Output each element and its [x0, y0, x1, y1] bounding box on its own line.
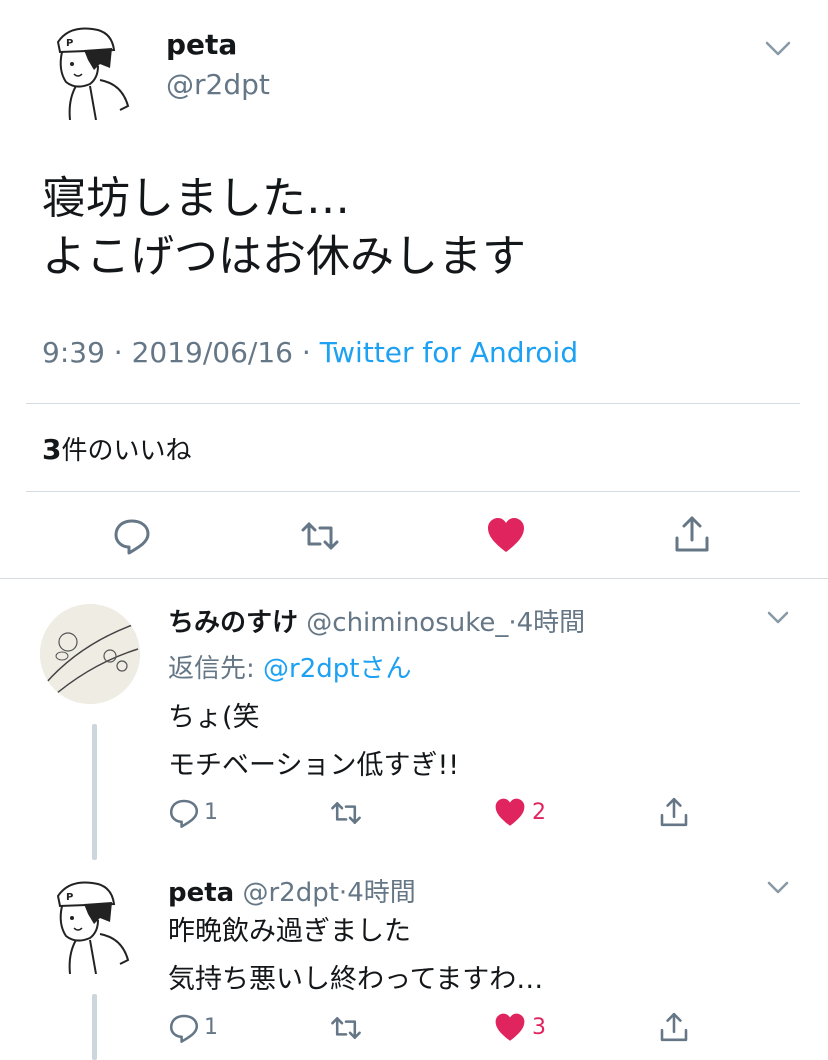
chevron-down-icon[interactable] — [764, 40, 792, 58]
share-icon[interactable] — [658, 796, 690, 828]
like-count: 3 — [532, 1015, 546, 1040]
reply-header: ちみのすけ @chiminosuke_·4時間 — [168, 602, 585, 639]
like-count: 2 — [532, 800, 546, 825]
reply-avatar[interactable]: P — [40, 874, 140, 975]
likes-summary[interactable]: 3件のいいね — [42, 430, 192, 467]
like-icon[interactable] — [494, 1012, 526, 1044]
tweet-time: 9:39 — [42, 336, 105, 369]
svg-text:P: P — [66, 892, 73, 903]
thread-line — [92, 724, 97, 860]
divider — [26, 491, 800, 492]
reply-count: 1 — [204, 800, 218, 825]
reply-display-name[interactable]: peta — [168, 878, 234, 908]
main-avatar[interactable]: P — [40, 20, 140, 121]
retweet-icon[interactable] — [300, 516, 340, 556]
reply-text-line-1: ちょ(笑 — [168, 702, 260, 733]
reply-to-line: 返信先: @r2dptさん — [168, 648, 411, 685]
main-tweet-line-1: 寝坊しました… — [42, 173, 350, 224]
reply-text-line-2: モチベーション低すぎ!! — [168, 750, 460, 781]
reply-icon[interactable] — [112, 516, 152, 556]
reply-time: 4時間 — [347, 878, 416, 908]
share-icon[interactable] — [658, 1011, 690, 1043]
tweet-source-link[interactable]: Twitter for Android — [320, 336, 578, 369]
tweet-metadata: 9:39 · 2019/06/16 · Twitter for Android — [42, 336, 578, 369]
reply-header: peta @r2dpt·4時間 — [168, 872, 416, 909]
main-tweet-line-2: よこげつはお休みします — [42, 231, 526, 282]
share-icon[interactable] — [672, 514, 712, 554]
like-icon[interactable] — [486, 516, 526, 556]
reply-separator: · — [508, 608, 517, 638]
reply-time: 4時間 — [516, 608, 586, 638]
divider — [26, 403, 800, 404]
likes-label: 件のいいね — [61, 436, 192, 466]
reply-text-line-1: 昨晩飲み過ぎました — [168, 916, 411, 947]
reply-icon[interactable] — [168, 1012, 200, 1044]
like-icon[interactable] — [494, 797, 526, 829]
retweet-icon[interactable] — [330, 1012, 362, 1044]
chevron-down-icon[interactable] — [766, 880, 794, 898]
reply-handle[interactable]: @r2dpt — [242, 878, 338, 908]
svg-text:P: P — [66, 38, 73, 49]
reply-to-label: 返信先: — [168, 654, 264, 684]
meta-separator: · — [292, 336, 320, 369]
likes-count: 3 — [42, 433, 62, 466]
main-display-name[interactable]: peta — [166, 28, 237, 61]
reply-text: ちょ(笑 モチベーション低すぎ!! — [168, 694, 459, 790]
reply-handle[interactable]: @chiminosuke_ — [306, 608, 508, 638]
reply-count: 1 — [204, 1015, 218, 1040]
chevron-down-icon[interactable] — [766, 610, 794, 628]
reply-text-line-2: 気持ち悪いし終わってますわ… — [168, 964, 544, 995]
reply-display-name[interactable]: ちみのすけ — [168, 608, 298, 638]
main-tweet-text: 寝坊しました… よこげつはお休みします — [42, 170, 526, 286]
meta-separator: · — [104, 336, 132, 369]
tweet-date: 2019/06/16 — [131, 336, 293, 369]
main-handle[interactable]: @r2dpt — [166, 68, 270, 101]
reply-text: 昨晩飲み過ぎました 気持ち悪いし終わってますわ… — [168, 908, 543, 1004]
reply-separator: · — [338, 878, 348, 908]
reply-avatar[interactable] — [40, 604, 140, 704]
reply-to-handle[interactable]: @r2dptさん — [263, 654, 411, 684]
thread-line — [92, 994, 97, 1060]
retweet-icon[interactable] — [330, 797, 362, 829]
reply-icon[interactable] — [168, 797, 200, 829]
section-divider — [0, 578, 828, 579]
